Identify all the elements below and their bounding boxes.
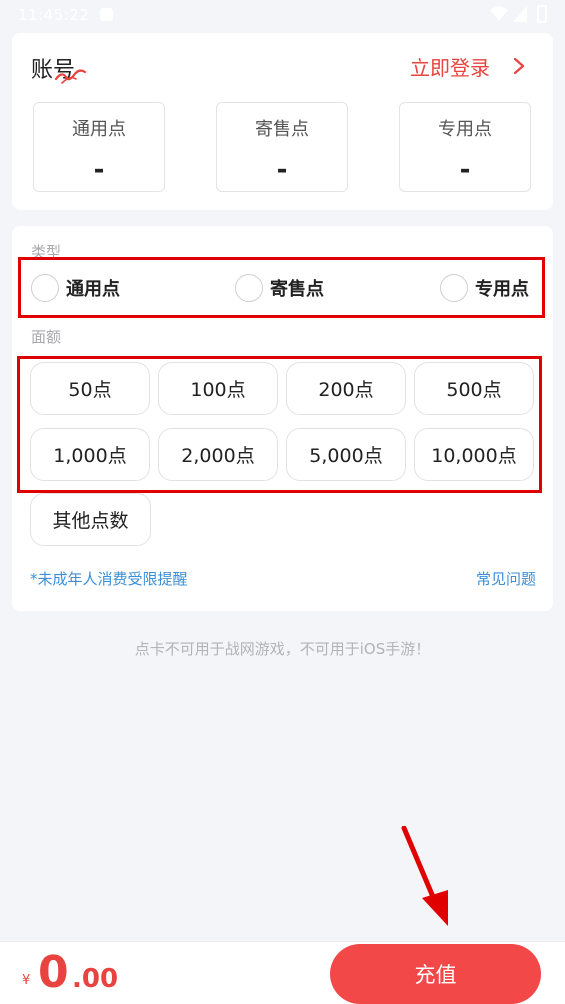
- general-points-box: 通用点 -: [33, 102, 165, 192]
- radio-icon[interactable]: [31, 274, 59, 302]
- type-option-label: 专用点: [475, 279, 529, 300]
- points-label: 专用点: [438, 119, 492, 140]
- points-value: -: [93, 155, 105, 185]
- type-option-label: 通用点: [66, 279, 120, 300]
- amount-option[interactable]: 2,000点: [158, 428, 278, 481]
- points-value: -: [459, 155, 471, 185]
- amount-option[interactable]: 500点: [414, 362, 534, 415]
- annotation-arrow-icon: [401, 826, 448, 926]
- type-options: 通用点 寄售点 专用点: [18, 258, 547, 316]
- amount-label: 面额: [31, 328, 62, 346]
- amount-option[interactable]: 5,000点: [286, 428, 406, 481]
- price-integer: 0: [38, 947, 69, 998]
- chevron-right-icon[interactable]: [512, 55, 526, 77]
- minor-spending-notice-link[interactable]: *未成年人消费受限提醒: [30, 568, 188, 589]
- notice-text: 点卡不可用于战网游戏，不可用于iOS手游！: [134, 640, 431, 658]
- amount-option[interactable]: 100点: [158, 362, 278, 415]
- type-option-general[interactable]: 通用点: [31, 273, 120, 303]
- recharge-card: 类型 通用点 寄售点 专用点 面额 50点 100点 200点 500点 1,0…: [12, 226, 553, 611]
- amount-grid: 50点 100点 200点 500点 1,000点 2,000点 5,000点 …: [20, 358, 540, 494]
- type-option-dedicated[interactable]: 专用点: [440, 273, 529, 303]
- currency-symbol: ¥: [22, 973, 31, 988]
- price-decimal: .00: [72, 964, 119, 994]
- bottom-bar: ¥ 0 .00 充值: [0, 941, 565, 1004]
- recharge-button[interactable]: 充值: [330, 944, 541, 1004]
- points-label: 通用点: [72, 119, 126, 140]
- points-value: -: [276, 155, 288, 185]
- amount-option[interactable]: 10,000点: [414, 428, 534, 481]
- dedicated-points-box: 专用点 -: [399, 102, 531, 192]
- battery-icon: [537, 5, 547, 23]
- type-option-consignment[interactable]: 寄售点: [235, 273, 324, 303]
- amount-option[interactable]: 1,000点: [30, 428, 150, 481]
- status-time: 11:45:22: [18, 6, 90, 24]
- radio-icon[interactable]: [235, 274, 263, 302]
- account-card: 账号 立即登录 通用点 - 寄售点 - 专用点 -: [12, 33, 553, 210]
- consignment-points-box: 寄售点 -: [216, 102, 348, 192]
- wifi-icon: [490, 6, 508, 21]
- type-option-label: 寄售点: [270, 279, 324, 300]
- login-link[interactable]: 立即登录: [410, 52, 490, 81]
- other-amount-button[interactable]: 其他点数: [30, 493, 151, 546]
- faq-link[interactable]: 常见问题: [476, 568, 536, 589]
- notification-icon: [100, 8, 113, 21]
- amount-option[interactable]: 200点: [286, 362, 406, 415]
- status-bar: 11:45:22: [0, 0, 565, 30]
- radio-icon[interactable]: [440, 274, 468, 302]
- account-title-decoration: [54, 69, 87, 84]
- signal-icon: [513, 6, 527, 22]
- amount-option[interactable]: 50点: [30, 362, 150, 415]
- points-label: 寄售点: [255, 119, 309, 140]
